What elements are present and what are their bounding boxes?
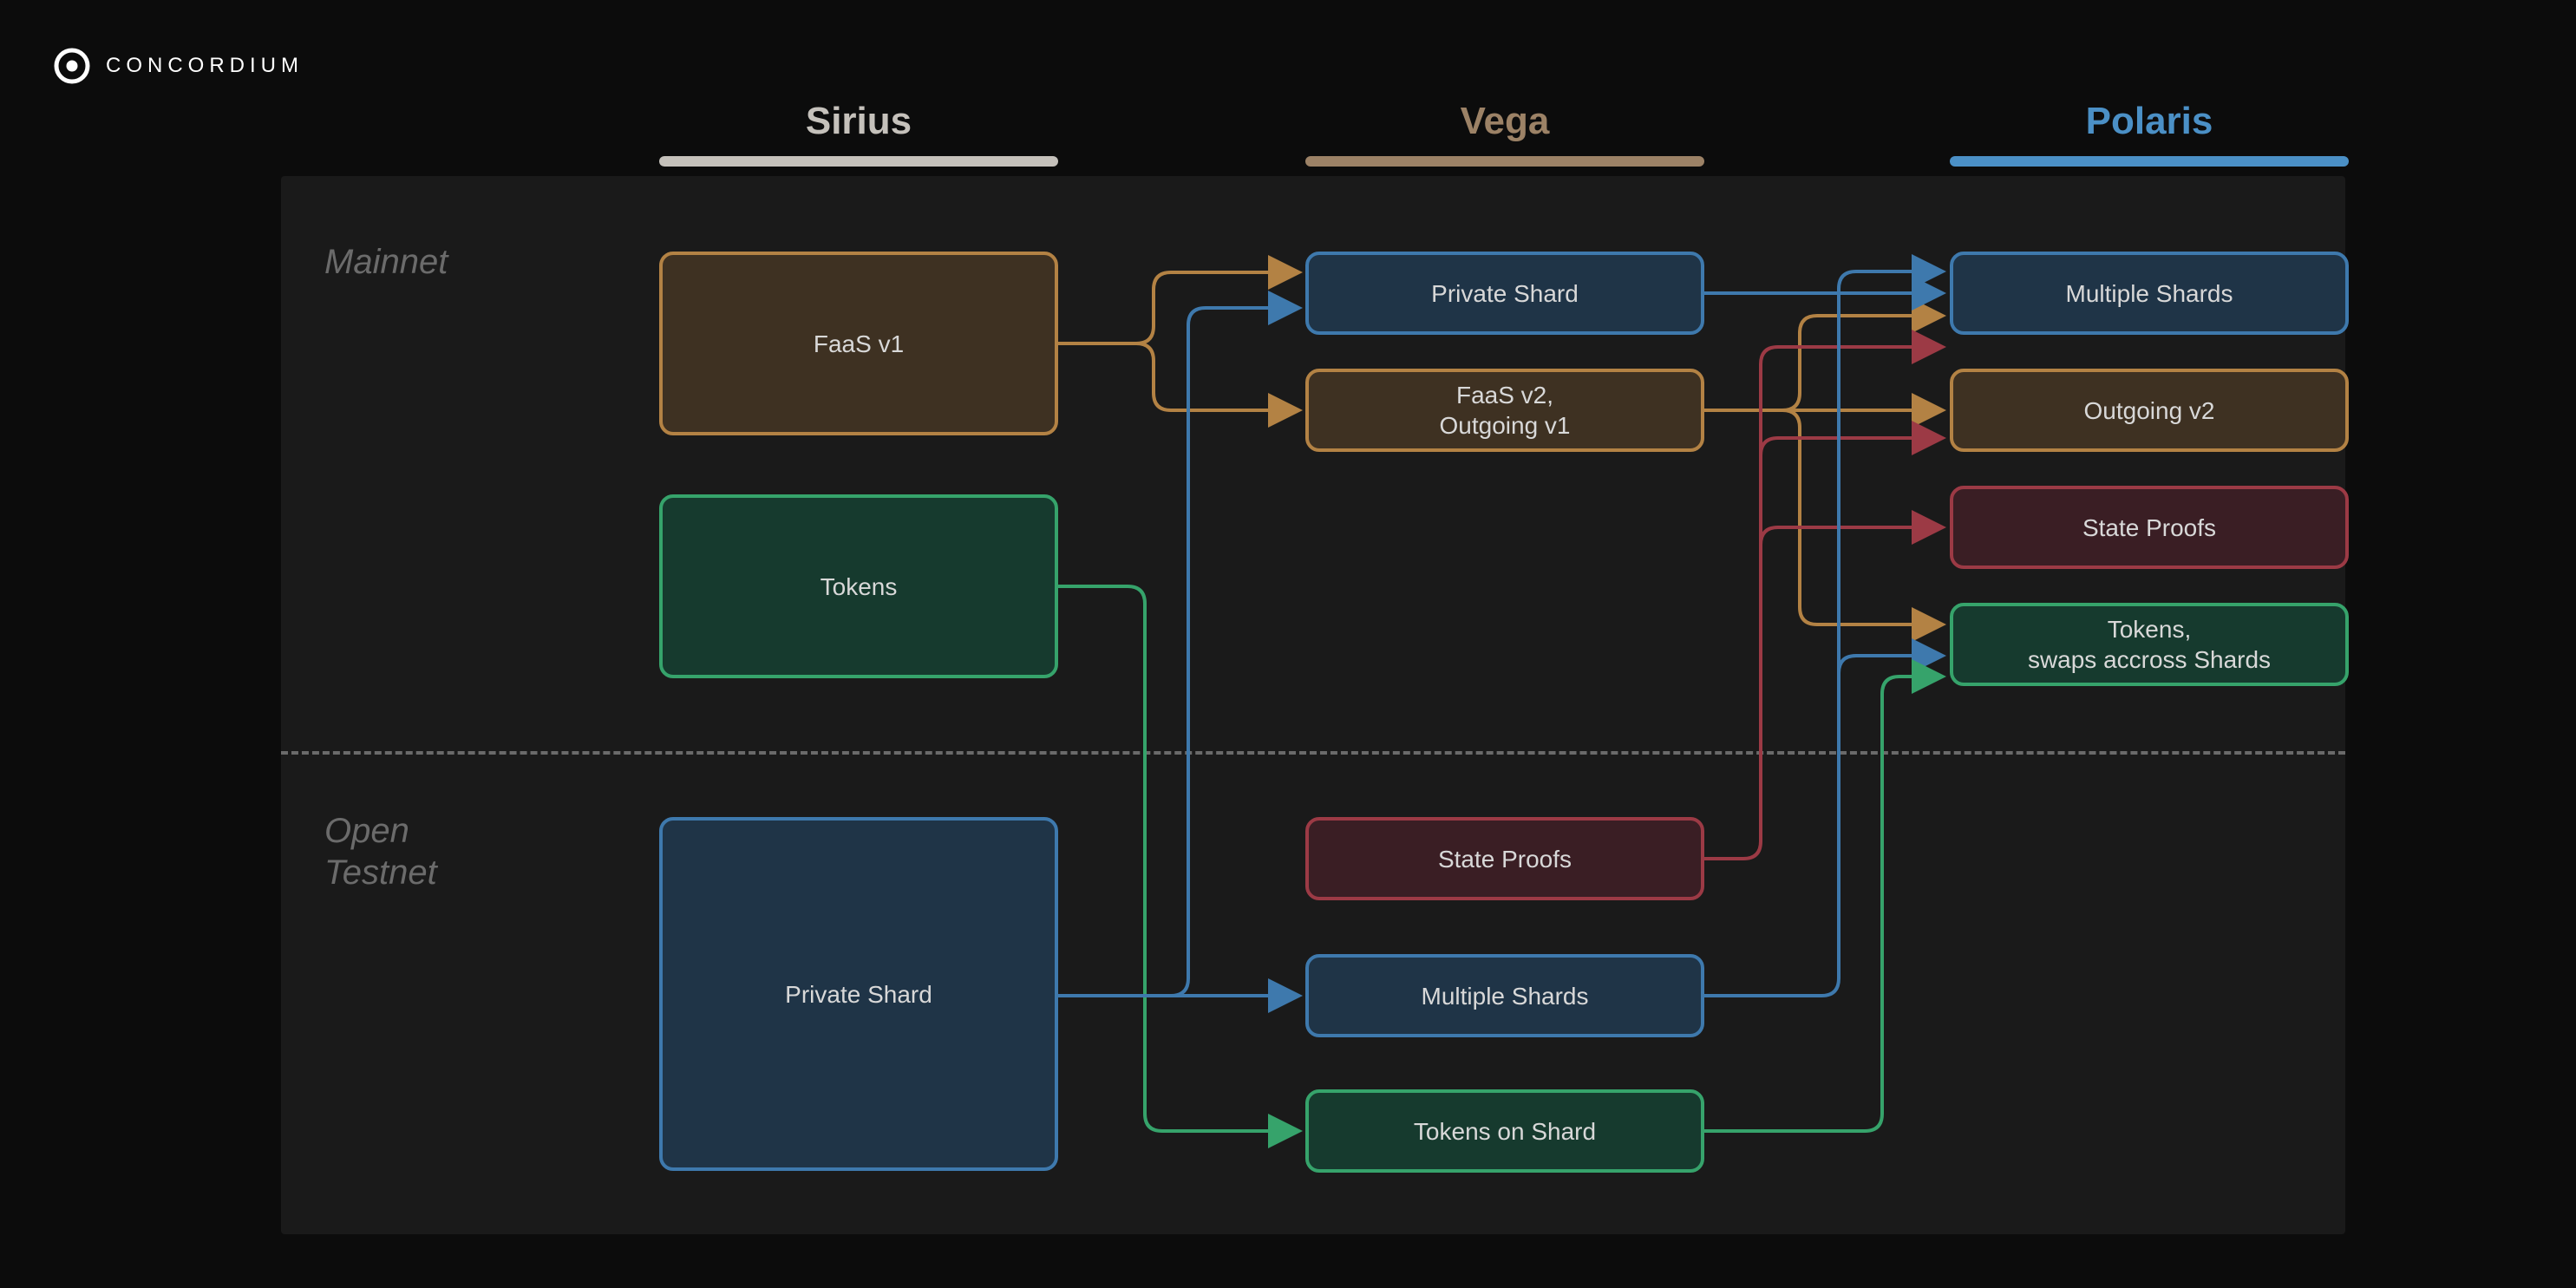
card-tokens-swaps: Tokens, swaps accross Shards: [1950, 603, 2349, 686]
card-outgoing-v2: Outgoing v2: [1950, 369, 2349, 452]
card-state-proofs-mainnet: State Proofs: [1950, 486, 2349, 569]
card-state-proofs-testnet: State Proofs: [1305, 817, 1704, 900]
card-multiple-shards-testnet: Multiple Shards: [1305, 954, 1704, 1037]
column-sirius-label: Sirius: [659, 100, 1058, 143]
column-vega-underline: [1305, 156, 1704, 167]
column-polaris-underline: [1950, 156, 2349, 167]
card-tokens-on-shard: Tokens on Shard: [1305, 1089, 1704, 1173]
card-private-shard-testnet: Private Shard: [659, 817, 1058, 1171]
card-faas-v1: FaaS v1: [659, 252, 1058, 435]
card-faas-v2: FaaS v2, Outgoing v1: [1305, 369, 1704, 452]
card-multiple-shards-mainnet: Multiple Shards: [1950, 252, 2349, 335]
section-open-testnet-line1: Open: [324, 812, 409, 850]
section-mainnet-label: Mainnet: [324, 241, 448, 283]
section-open-testnet-line2: Testnet: [324, 853, 437, 892]
column-sirius-underline: [659, 156, 1058, 167]
logo-icon: [54, 48, 90, 84]
diagram-panel: [281, 176, 2345, 1234]
card-tokens: Tokens: [659, 494, 1058, 678]
column-vega-label: Vega: [1305, 100, 1704, 143]
brand-logo: CONCORDIUM: [54, 48, 304, 84]
section-open-testnet-label: Open Testnet: [324, 810, 437, 893]
card-private-shard-mainnet: Private Shard: [1305, 252, 1704, 335]
column-polaris-label: Polaris: [1950, 100, 2349, 143]
section-divider: [281, 751, 2345, 755]
brand-name: CONCORDIUM: [106, 54, 304, 78]
